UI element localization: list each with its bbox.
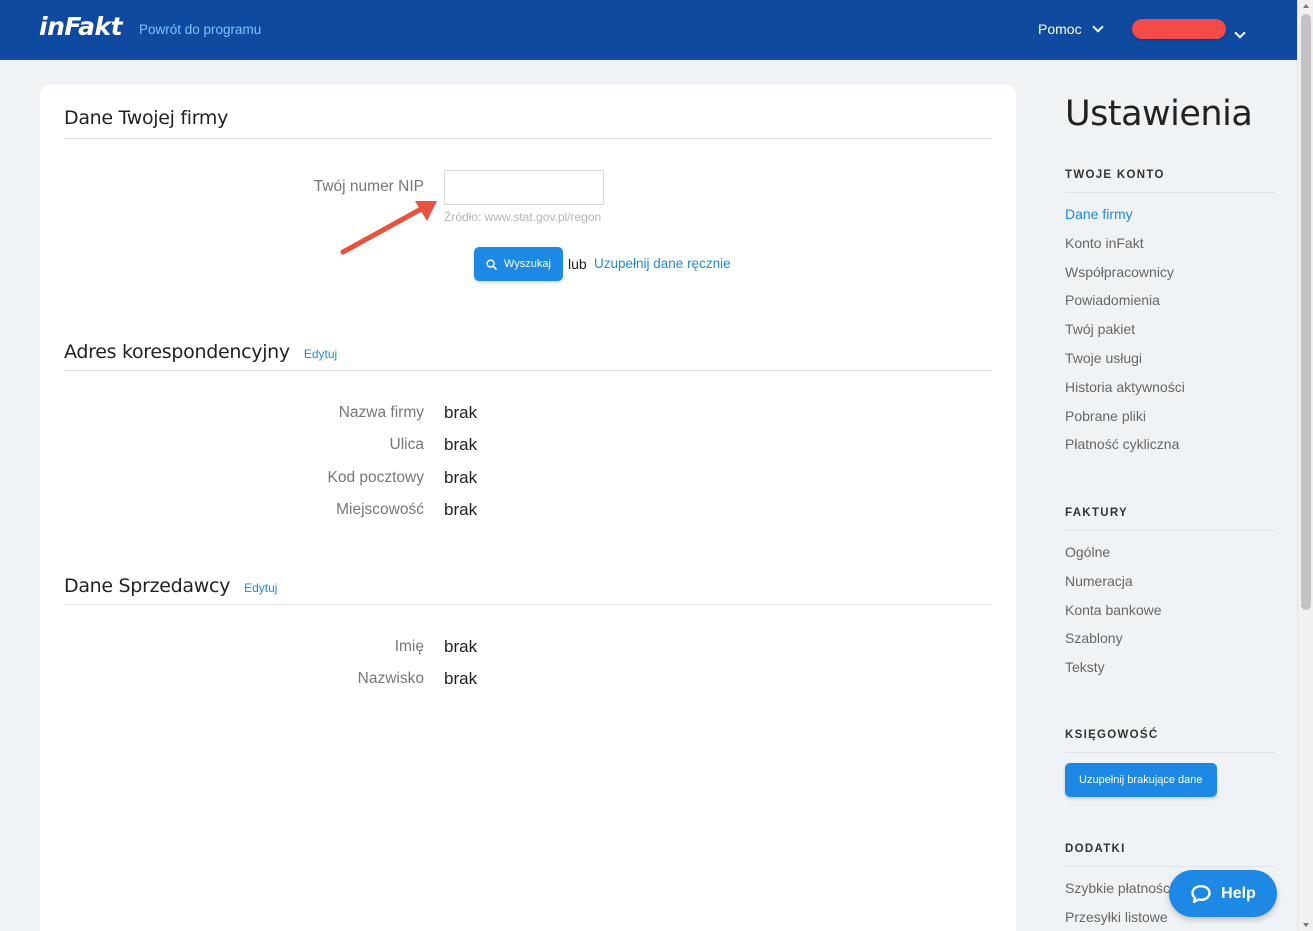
annotation-arrow-icon [340,201,437,255]
scroll-down-arrow-icon[interactable] [1303,923,1309,927]
account-section-heading: TWOJE KONTO [1065,169,1275,193]
sidebar-item-downloaded-files[interactable]: Pobrane pliki [1065,408,1275,437]
invoices-section-heading: FAKTURY [1065,507,1275,531]
settings-title: Ustawienia [1065,94,1253,134]
back-to-app-link[interactable]: Powrót do programu [139,22,261,37]
or-text: lub [568,256,587,272]
field-value: brak [444,468,478,487]
field-value: brak [444,435,478,454]
edit-address-link[interactable]: Edytuj [304,347,337,361]
help-button-label: Help [1221,884,1256,902]
company-section-title: Dane Twojej firmy [64,107,229,129]
nip-input[interactable] [444,170,604,205]
edit-seller-link[interactable]: Edytuj [244,581,277,595]
field-label: Imię [394,638,424,655]
scroll-thumb[interactable] [1301,14,1311,610]
fill-missing-data-button[interactable]: Uzupełnij brakujące dane [1065,763,1217,797]
address-section-title: Adres korespondencyjny [64,341,290,363]
sidebar-item-company-data[interactable]: Dane firmy [1065,206,1275,235]
field-value: brak [444,403,478,422]
sidebar-item-services[interactable]: Twoje usługi [1065,350,1275,379]
sidebar-item-bank-accounts[interactable]: Konta bankowe [1065,602,1275,631]
address-row: Ulica brak [40,435,1016,460]
settings-card: Dane Twojej firmy Twój numer NIP Źródło:… [40,85,1016,931]
nip-label: Twój numer NIP [313,178,424,195]
sidebar-item-general[interactable]: Ogólne [1065,544,1275,573]
seller-section-title: Dane Sprzedawcy [64,575,231,597]
address-section-header: Adres korespondencyjny Edytuj [64,341,992,371]
invoices-settings-nav: FAKTURY Ogólne Numeracja Konta bankowe S… [1065,507,1275,688]
top-navbar: inFakt Powrót do programu Pomoc [0,0,1297,60]
user-menu-chevron[interactable] [1234,24,1246,42]
sidebar-item-numbering[interactable]: Numeracja [1065,573,1275,602]
accounting-settings-nav: KSIĘGOWOŚĆ Uzupełnij brakujące dane [1065,729,1275,797]
address-row: Miejscowość brak [40,500,1016,525]
company-section-header: Dane Twojej firmy [64,107,992,139]
search-icon [486,258,497,270]
accounting-section-heading: KSIĘGOWOŚĆ [1065,729,1275,753]
chat-bubble-icon [1191,884,1211,903]
sidebar-item-recurring-payment[interactable]: Płatność cykliczna [1065,436,1275,465]
field-label: Nazwa firmy [338,404,424,421]
address-row: Nazwa firmy brak [40,403,1016,428]
field-label: Nazwisko [357,670,424,687]
field-value: brak [444,669,478,688]
chevron-down-icon [1091,21,1104,33]
nip-source-hint: Źródło: www.stat.gov.pl/regon [444,210,602,224]
sidebar-item-activity-history[interactable]: Historia aktywności [1065,379,1275,408]
field-value: brak [444,637,478,656]
addons-section-heading: DODATKI [1065,843,1275,867]
address-row: Kod pocztowy brak [40,468,1016,493]
field-value: brak [444,500,478,519]
account-settings-nav: TWOJE KONTO Dane firmy Konto inFakt Wspó… [1065,169,1275,465]
seller-section-header: Dane Sprzedawcy Edytuj [64,575,992,605]
chevron-down-icon [1234,27,1246,39]
user-account-pill[interactable] [1132,19,1226,39]
sidebar-item-texts[interactable]: Teksty [1065,659,1275,688]
fill-manually-link[interactable]: Uzupełnij dane ręcznie [594,256,731,271]
sidebar-item-templates[interactable]: Szablony [1065,630,1275,659]
sidebar-item-infakt-account[interactable]: Konto inFakt [1065,235,1275,264]
field-label: Ulica [389,436,424,453]
search-button-label: Wyszukaj [504,258,551,270]
page-scrollbar[interactable] [1297,0,1313,931]
scroll-up-arrow-icon[interactable] [1303,4,1309,8]
help-menu-label: Pomoc [1038,21,1082,37]
sidebar-item-package[interactable]: Twój pakiet [1065,321,1275,350]
sidebar-item-collaborators[interactable]: Współpracownicy [1065,264,1275,293]
seller-row: Nazwisko brak [40,669,1016,694]
field-label: Kod pocztowy [327,469,425,486]
help-menu-dropdown[interactable]: Pomoc [1038,21,1104,37]
sidebar-item-notifications[interactable]: Powiadomienia [1065,292,1275,321]
infakt-logo[interactable]: inFakt [39,12,123,41]
seller-row: Imię brak [40,637,1016,662]
help-chat-button[interactable]: Help [1169,870,1277,917]
field-label: Miejscowość [336,501,424,518]
search-nip-button[interactable]: Wyszukaj [474,247,563,281]
